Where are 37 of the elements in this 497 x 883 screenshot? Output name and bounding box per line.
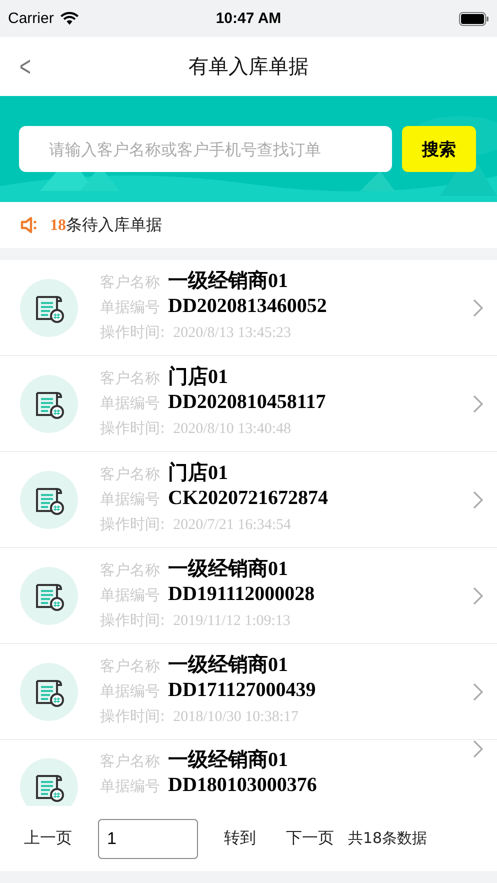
document-icon (20, 566, 78, 624)
order-number: DD180103000376 (168, 774, 317, 797)
chevron-icon (473, 682, 483, 700)
order-number: DD2020813460052 (168, 294, 327, 318)
chevron-icon (473, 394, 483, 412)
order-number: DD2020810458117 (168, 390, 326, 414)
document-icon (20, 662, 78, 720)
customer-name: 门店01 (168, 460, 228, 486)
document-icon (20, 470, 78, 528)
carrier-label: Carrier (8, 10, 54, 27)
next-page-button[interactable]: 下一页 (282, 828, 338, 849)
chevron-icon (473, 586, 483, 604)
order-number: DD171127000439 (168, 678, 316, 702)
order-number: DD191112000028 (168, 582, 315, 606)
previous-page-button[interactable]: 上一页 (20, 828, 76, 849)
customer-name: 一级经销商01 (168, 268, 288, 294)
document-icon (20, 374, 78, 432)
status-time: 10:47 AM (216, 10, 282, 27)
back-button[interactable]: < (5, 50, 31, 82)
customer-name: 门店01 (168, 364, 228, 390)
chevron-icon (473, 740, 483, 758)
document-icon (20, 278, 78, 336)
customer-name: 一级经销商01 (168, 652, 288, 678)
go-to-button[interactable]: 转到 (220, 828, 260, 849)
chevron-icon (473, 490, 483, 508)
chevron-icon (473, 298, 483, 316)
search-button[interactable]: 搜索 (402, 126, 476, 172)
customer-name: 一级经销商01 (168, 556, 288, 582)
page-title: 有单入库单据 (188, 53, 308, 80)
search-field[interactable]: 请输入客户名称或客户手机号查找订单 (19, 126, 392, 172)
battery-icon (459, 12, 489, 26)
page-number-field[interactable]: 1 (98, 818, 198, 858)
customer-name: 一级经销商01 (168, 748, 288, 773)
pending-count-text: 18条待入库单据 (50, 214, 162, 236)
wifi-icon (60, 12, 79, 26)
order-number: CK2020721672874 (168, 486, 328, 510)
total-count: 共18条数据 (348, 829, 428, 848)
